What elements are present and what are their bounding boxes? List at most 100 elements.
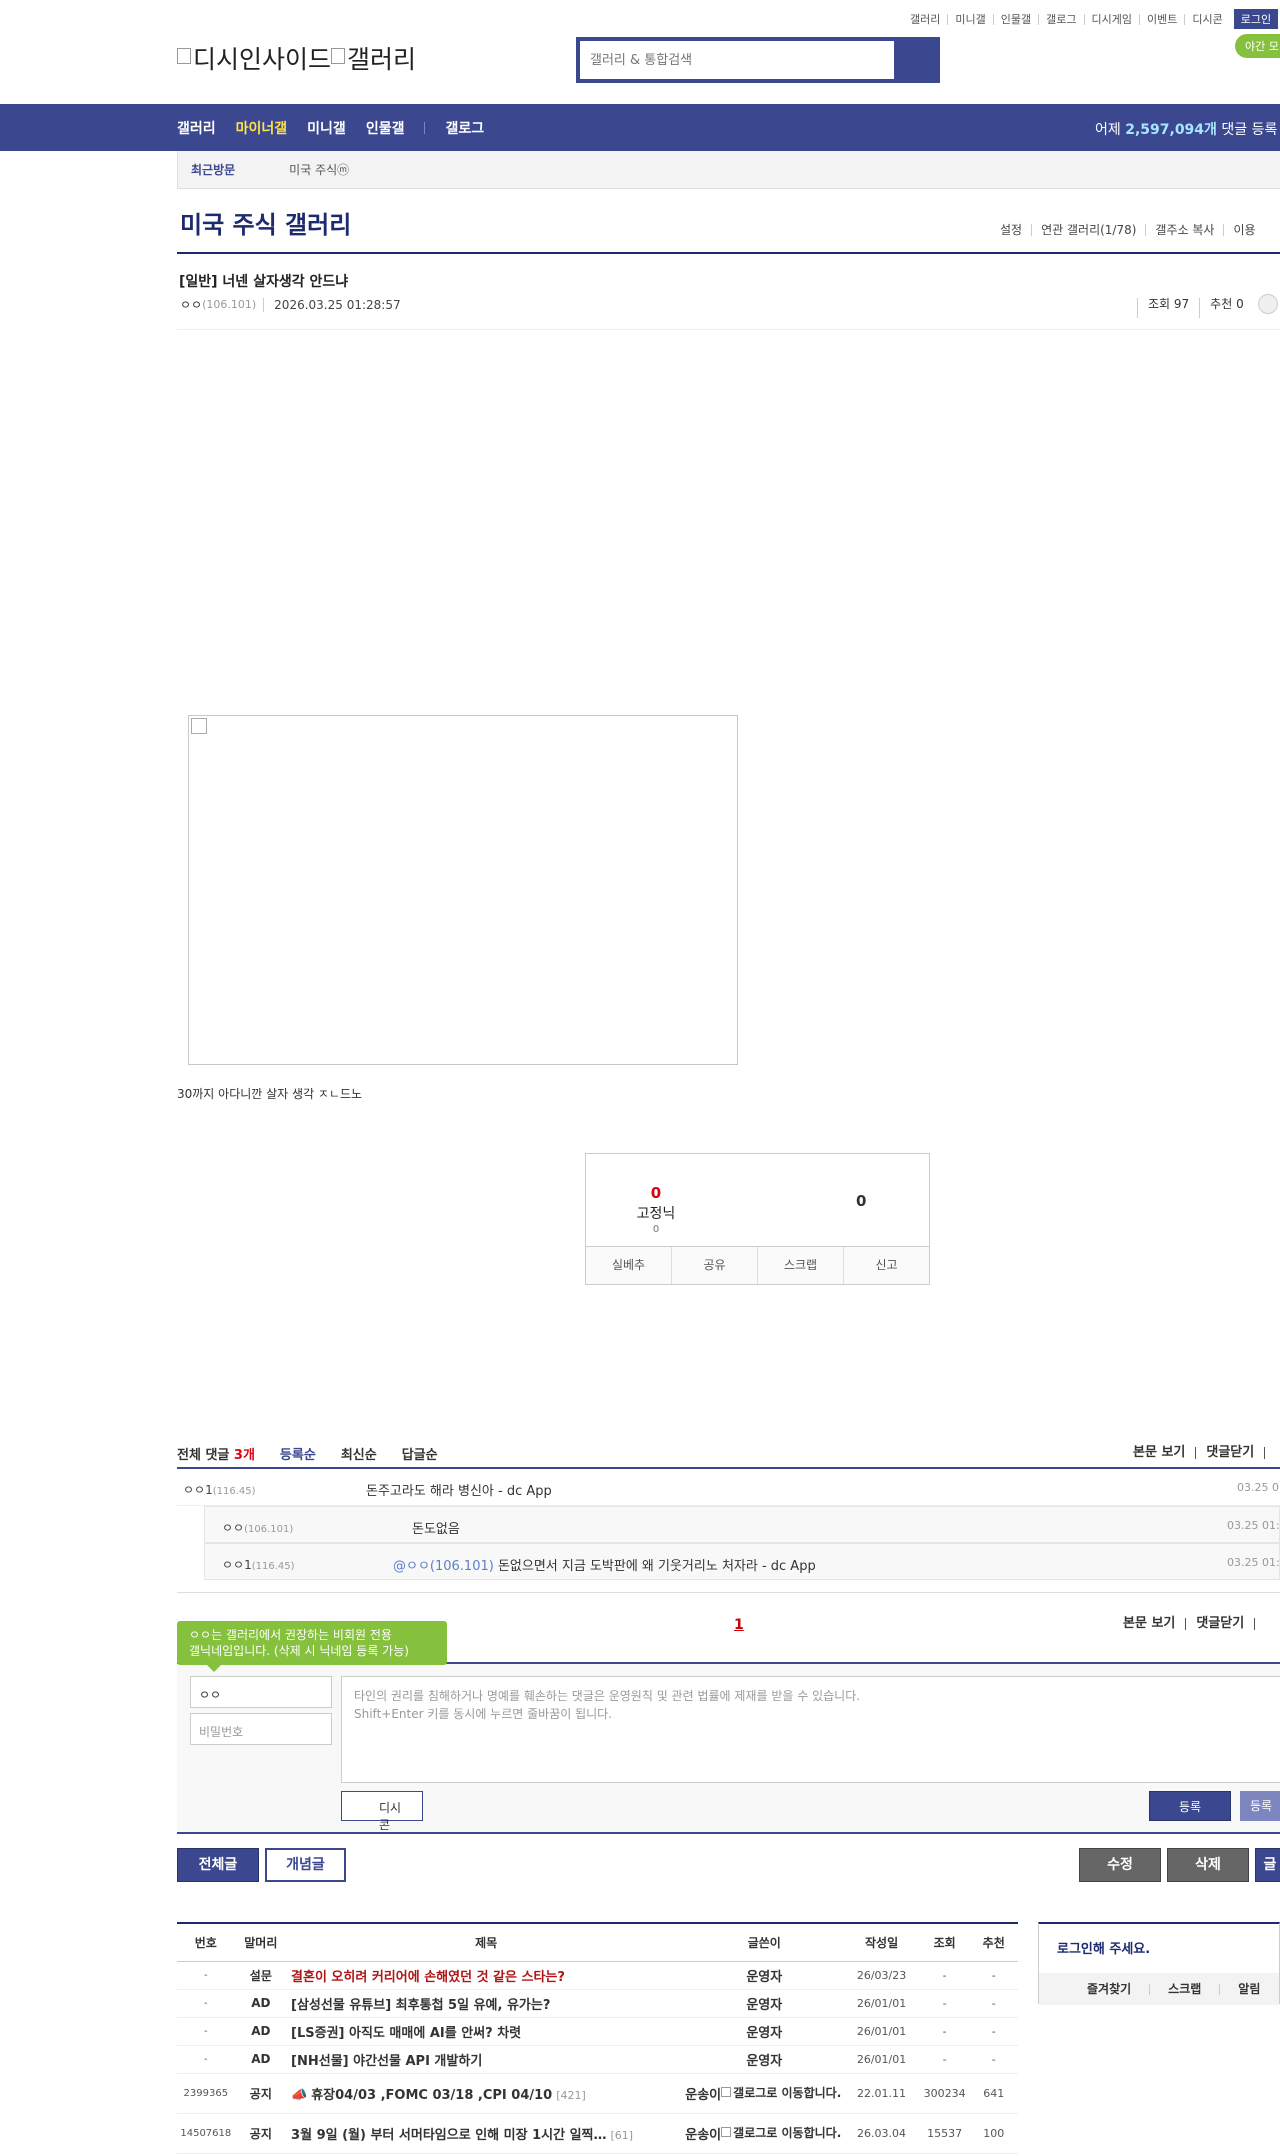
reply-ip: (106.101) [244, 1524, 294, 1535]
copy-url-link[interactable]: 갤주소 복사 [1145, 224, 1223, 236]
password-field[interactable]: 비밀번호 [190, 1713, 332, 1745]
view-body-link[interactable]: 본문 보기 [1113, 1617, 1185, 1630]
row-writer[interactable]: 운영자 [685, 2017, 844, 2046]
sort-latest[interactable]: 최신순 [341, 1444, 377, 1463]
nav-mini-gallery[interactable]: 미니갤 [307, 118, 346, 138]
reply-author[interactable]: ㅇㅇ(106.101) [222, 1519, 293, 1536]
login-prompt[interactable]: 로그인해 주세요. [1057, 1938, 1150, 1957]
table-row[interactable]: - AD [LS증권] 아직도 매매에 AI를 안써? 차렷 운영자 26/01… [177, 2017, 1018, 2046]
best-recommend-button[interactable]: 실베추 [586, 1247, 671, 1284]
scrap-button[interactable]: 스크랩 [757, 1247, 843, 1284]
row-writer[interactable]: 운송이 갤로그로 이동합니다. [685, 2113, 844, 2154]
broken-image-icon [721, 2127, 732, 2137]
row-reply-count[interactable]: [421] [556, 2089, 586, 2102]
row-writer[interactable]: 운송이 갤로그로 이동합니다. [685, 2073, 844, 2114]
row-number: - [177, 2045, 235, 2074]
reply-nick: ㅇㅇ [222, 1521, 245, 1535]
favorites-link[interactable]: 즐겨찾기 [1039, 1983, 1149, 1995]
table-row[interactable]: - 설문 결혼이 오히려 커리어에 손해였던 것 같은 스타는? 운영자 26/… [177, 1961, 1018, 1990]
recommend-up[interactable]: 0 고정닉 0 [586, 1154, 726, 1247]
view-body-link[interactable]: 본문 보기 [1123, 1446, 1195, 1459]
night-mode-button[interactable]: 야간 모 [1235, 34, 1280, 58]
concept-posts-button[interactable]: 개념글 [265, 1848, 346, 1882]
nav-gallog[interactable]: 갤로그 [445, 118, 484, 138]
comment-write-form: ㅇㅇ 비밀번호 타인의 권리를 침해하거나 명예를 훼손하는 댓글은 운영원칙 … [177, 1662, 1280, 1834]
util-gallery-link[interactable]: 갤러리 [903, 14, 947, 25]
comment-textarea[interactable]: 타인의 권리를 침해하거나 명예를 훼손하는 댓글은 운영원칙 및 관련 법률에… [341, 1676, 1280, 1783]
gallog-link[interactable]: 갤로그로 이동합니다. [721, 2126, 841, 2140]
reply-mention[interactable]: @ㅇㅇ(106.101) [393, 1559, 494, 1574]
row-title[interactable]: 3월 9일 (월) 부터 서머타임으로 인해 미장 1시간 일찍… [61] [287, 2113, 686, 2154]
row-writer-name[interactable]: 운송이 [685, 2124, 721, 2143]
reply-date: 03.25 01:3 [1227, 1519, 1280, 1532]
register-button[interactable]: 등록 [1149, 1791, 1231, 1821]
close-comments-link[interactable]: 댓글닫기 [1195, 1446, 1264, 1459]
table-row[interactable]: 2399365 공지 📣 휴장04/03 ,FOMC 03/18 ,CPI 04/… [177, 2073, 1018, 2114]
row-writer[interactable]: 운영자 [685, 1989, 844, 2018]
post-author[interactable]: ㅇㅇ [180, 296, 202, 313]
count-value: 2,597,094개 [1125, 122, 1217, 138]
col-recommend: 추천 [969, 1923, 1018, 1962]
scrap-link[interactable]: 스크랩 [1149, 1983, 1219, 1995]
comment-item: ㅇㅇ1(116.45) 돈주고라도 해라 병신아 - dc App 03.25 … [177, 1469, 1280, 1506]
all-posts-button[interactable]: 전체글 [177, 1848, 259, 1882]
table-row[interactable]: - AD [삼성선물 유튜브] 최후통첩 5일 유예, 유가는? 운영자 26/… [177, 1989, 1018, 2018]
row-writer-name[interactable]: 운송이 [685, 2084, 721, 2103]
close-comments-link[interactable]: 댓글닫기 [1185, 1617, 1254, 1630]
gallery-title[interactable]: 미국 주식 갤러리 [180, 205, 351, 240]
table-row[interactable]: - AD [NH선물] 야간선물 API 개발하기 운영자 26/01/01 -… [177, 2045, 1018, 2074]
recent-gallery-link[interactable]: 미국 주식ⓜ [289, 161, 349, 178]
share-button[interactable]: 공유 [671, 1247, 757, 1284]
row-reply-count[interactable]: [61] [611, 2129, 634, 2142]
util-game-link[interactable]: 디시게임 [1083, 13, 1139, 25]
util-dccon-link[interactable]: 디시콘 [1184, 13, 1229, 25]
row-head: 공지 [234, 2073, 288, 2114]
row-title[interactable]: 📣 휴장04/03 ,FOMC 03/18 ,CPI 04/10 [421] [287, 2073, 686, 2114]
site-logo[interactable]: 디시인사이드 갤러리 [177, 40, 416, 76]
gallog-link[interactable]: 갤로그로 이동합니다. [721, 2086, 841, 2100]
refresh-link[interactable] [1254, 1618, 1275, 1630]
nickname-field[interactable]: ㅇㅇ [190, 1676, 332, 1708]
row-date: 26/01/01 [843, 2017, 920, 2046]
delete-button[interactable]: 삭제 [1167, 1848, 1249, 1882]
recommend-down-count[interactable]: 0 [856, 1192, 866, 1210]
nav-person-gallery[interactable]: 인물갤 [366, 118, 405, 138]
more-options-icon[interactable] [1257, 294, 1278, 314]
row-head: AD [234, 1989, 288, 2018]
write-button[interactable]: 글 [1255, 1848, 1280, 1882]
util-gallog-link[interactable]: 갤로그 [1038, 13, 1083, 25]
row-writer[interactable]: 운영자 [685, 2045, 844, 2074]
reply-author[interactable]: ㅇㅇ1(116.45) [222, 1556, 295, 1573]
util-person-link[interactable]: 인물갤 [992, 13, 1038, 25]
edit-button[interactable]: 수정 [1079, 1848, 1161, 1882]
sort-replies[interactable]: 답글순 [402, 1444, 438, 1463]
dccon-button[interactable]: 디시콘 [341, 1791, 423, 1832]
usage-link[interactable]: 이용 [1223, 224, 1264, 236]
row-number: - [177, 2017, 235, 2046]
nav-minor-gallery[interactable]: 마이너갤 [236, 118, 288, 138]
table-row[interactable]: 14507618 공지 3월 9일 (월) 부터 서머타임으로 인해 미장 1시… [177, 2113, 1018, 2154]
row-writer[interactable]: 운영자 [685, 1961, 844, 1990]
row-title[interactable]: [삼성선물 유튜브] 최후통첩 5일 유예, 유가는? [287, 1989, 686, 2018]
related-gallery-link[interactable]: 연관 갤러리(1/78) [1031, 224, 1145, 236]
notification-link[interactable]: 알림 [1219, 1983, 1278, 1995]
fixed-nick-label: 고정닉 [636, 1206, 676, 1222]
search-input[interactable] [580, 41, 898, 79]
register-recommend-button[interactable]: 등록 [1240, 1791, 1280, 1821]
row-title[interactable]: [LS증권] 아직도 매매에 AI를 안써? 차렷 [287, 2017, 686, 2046]
util-minigall-link[interactable]: 미니갤 [947, 13, 992, 25]
count-prefix: 어제 [1095, 122, 1126, 138]
comment-author[interactable]: ㅇㅇ1(116.45) [183, 1481, 256, 1498]
report-button[interactable]: 신고 [843, 1247, 929, 1284]
comment-page-1[interactable]: 1 [734, 1617, 744, 1633]
settings-link[interactable]: 설정 [1000, 224, 1031, 236]
login-button[interactable]: 로그인 [1233, 9, 1279, 29]
search-button[interactable] [894, 41, 936, 79]
nav-gallery[interactable]: 갤러리 [177, 118, 216, 138]
row-title[interactable]: [NH선물] 야간선물 API 개발하기 [287, 2045, 686, 2074]
row-title[interactable]: 결혼이 오히려 커리어에 손해였던 것 같은 스타는? [287, 1961, 686, 1990]
refresh-link[interactable] [1264, 1447, 1280, 1459]
row-date: 26/01/01 [843, 1989, 920, 2018]
util-event-link[interactable]: 이벤트 [1138, 13, 1184, 25]
sort-registered[interactable]: 등록순 [280, 1444, 316, 1463]
